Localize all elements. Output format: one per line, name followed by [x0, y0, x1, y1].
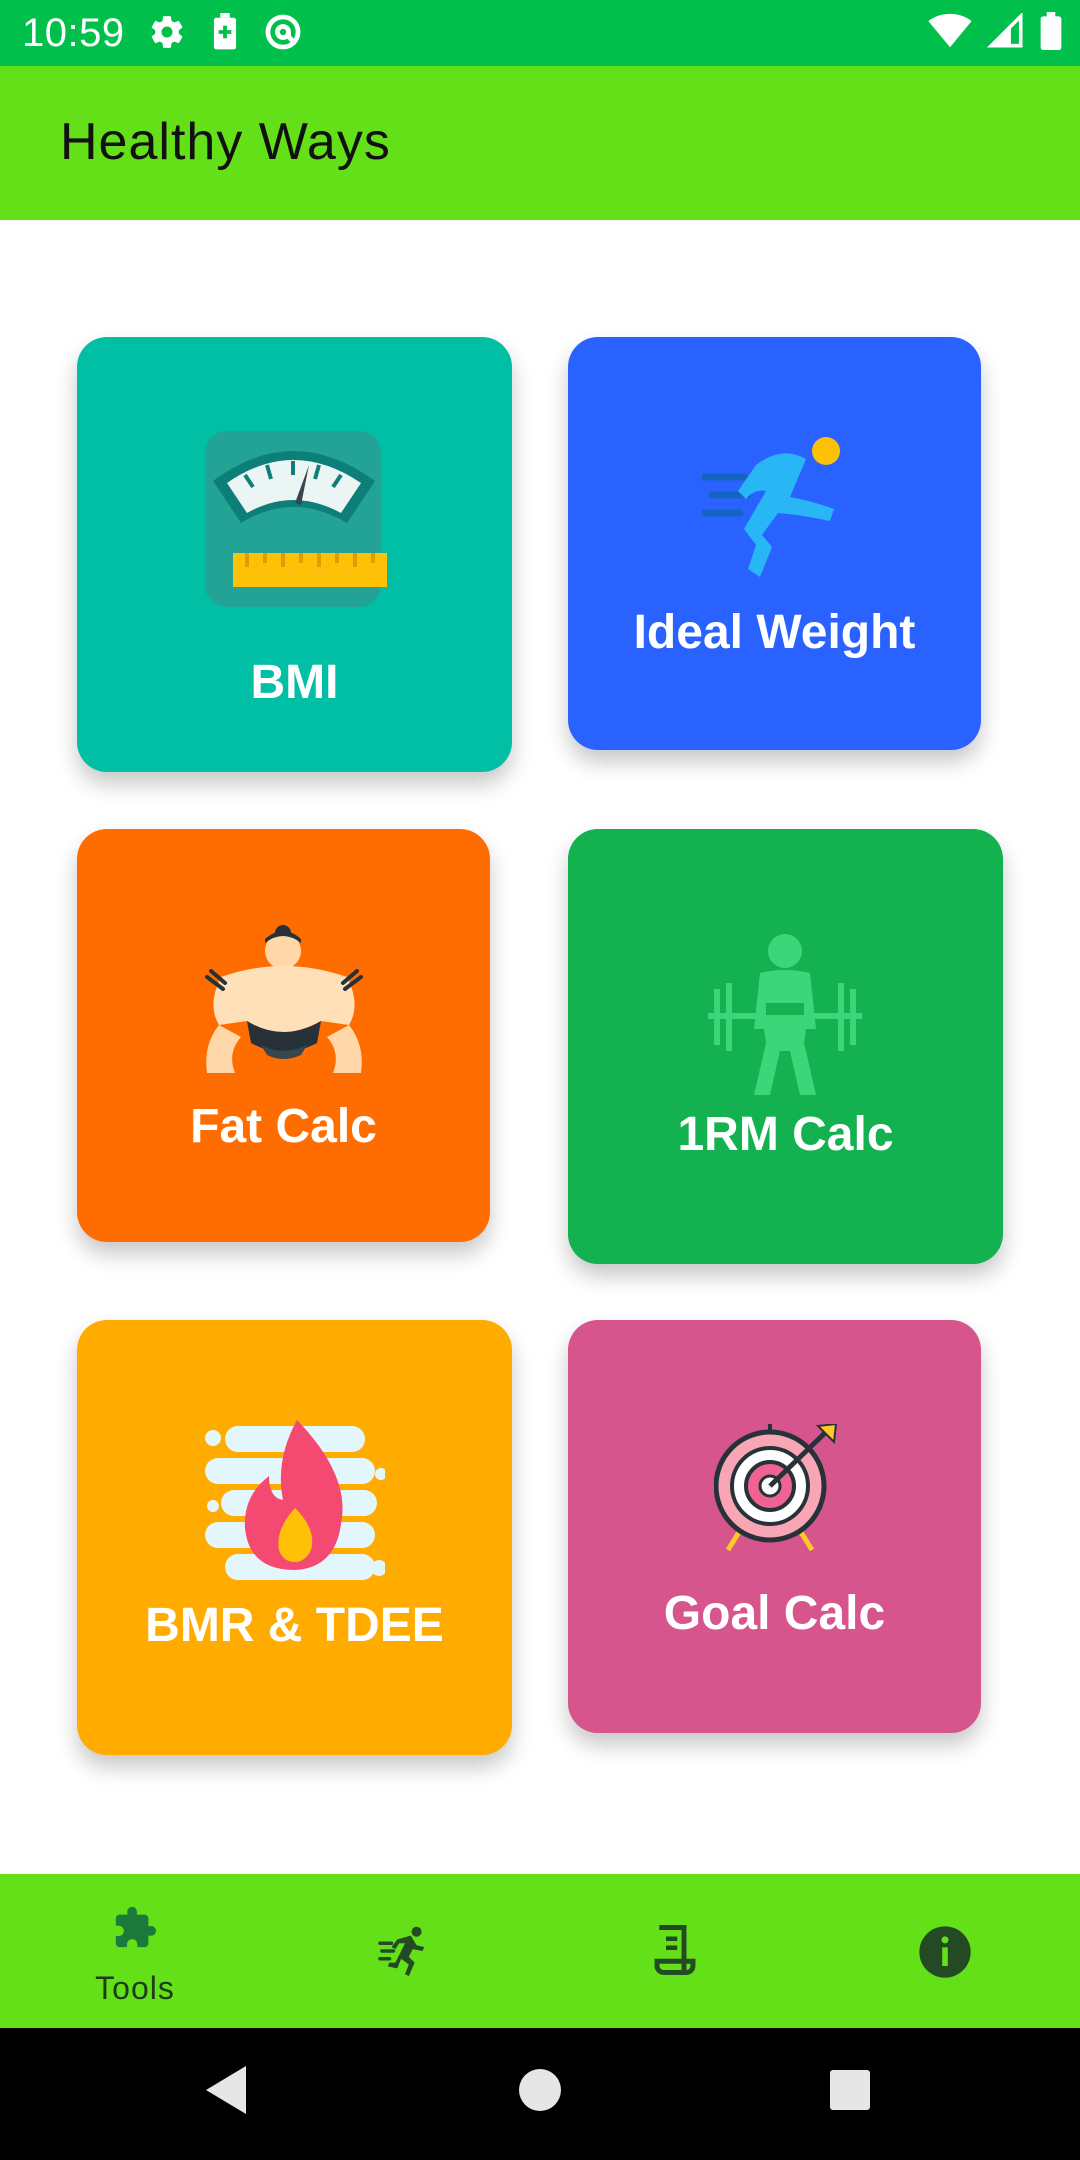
- running-icon: [378, 1926, 425, 1977]
- bmr-tdee-card[interactable]: BMR & TDEE: [77, 1320, 512, 1755]
- puzzle-icon: [115, 1906, 157, 1948]
- app-title: Healthy Ways: [60, 113, 391, 171]
- sumo-wrestler-icon: [205, 925, 363, 1073]
- fat-calc-card[interactable]: Fat Calc: [77, 829, 490, 1242]
- scale-icon: [205, 431, 387, 607]
- runner-icon: [702, 437, 840, 577]
- ideal-weight-label: Ideal Weight: [633, 606, 916, 659]
- bmi-label: BMI: [250, 656, 339, 709]
- target-icon: [714, 1424, 838, 1552]
- system-navigation-bar: [0, 2028, 1080, 2160]
- signal-icon: [986, 13, 1023, 48]
- status-bar: 10:59: [0, 0, 1080, 66]
- nav-label-tools: Tools: [95, 1970, 175, 2006]
- at-sign-icon: [265, 14, 301, 50]
- app-bar: Healthy Ways: [0, 66, 1080, 220]
- info-icon: [919, 1926, 971, 1978]
- wifi-icon: [928, 13, 972, 48]
- battery-saver-icon: [213, 13, 237, 50]
- weightlifter-icon: [708, 934, 862, 1095]
- fat-calc-label: Fat Calc: [190, 1100, 377, 1153]
- status-time: 10:59: [22, 11, 125, 55]
- goal-calc-card[interactable]: Goal Calc: [568, 1320, 981, 1733]
- bmr-tdee-label: BMR & TDEE: [145, 1599, 444, 1652]
- gear-icon: [151, 16, 183, 48]
- receipt-icon: [654, 1925, 696, 1975]
- recents-icon[interactable]: [828, 2062, 872, 2118]
- nav-item-info[interactable]: [810, 1874, 1080, 2028]
- nav-item-activity[interactable]: [270, 1874, 540, 2028]
- ideal-weight-card[interactable]: Ideal Weight: [568, 337, 981, 750]
- flame-icon: [205, 1420, 385, 1580]
- one-rm-calc-label: 1RM Calc: [677, 1108, 894, 1161]
- bmi-card[interactable]: BMI: [77, 337, 512, 772]
- nav-item-log[interactable]: [540, 1874, 810, 2028]
- bottom-navigation: Tools: [0, 1874, 1080, 2028]
- back-icon[interactable]: [202, 2062, 248, 2118]
- battery-icon: [1040, 12, 1062, 50]
- home-icon[interactable]: [518, 2062, 562, 2118]
- tools-grid: BMI Ideal Weight Fat Calc 1RM Calc BMR &…: [0, 220, 1080, 1874]
- goal-calc-label: Goal Calc: [663, 1587, 886, 1640]
- one-rm-calc-card[interactable]: 1RM Calc: [568, 829, 1003, 1264]
- nav-item-tools[interactable]: Tools: [0, 1874, 270, 2028]
